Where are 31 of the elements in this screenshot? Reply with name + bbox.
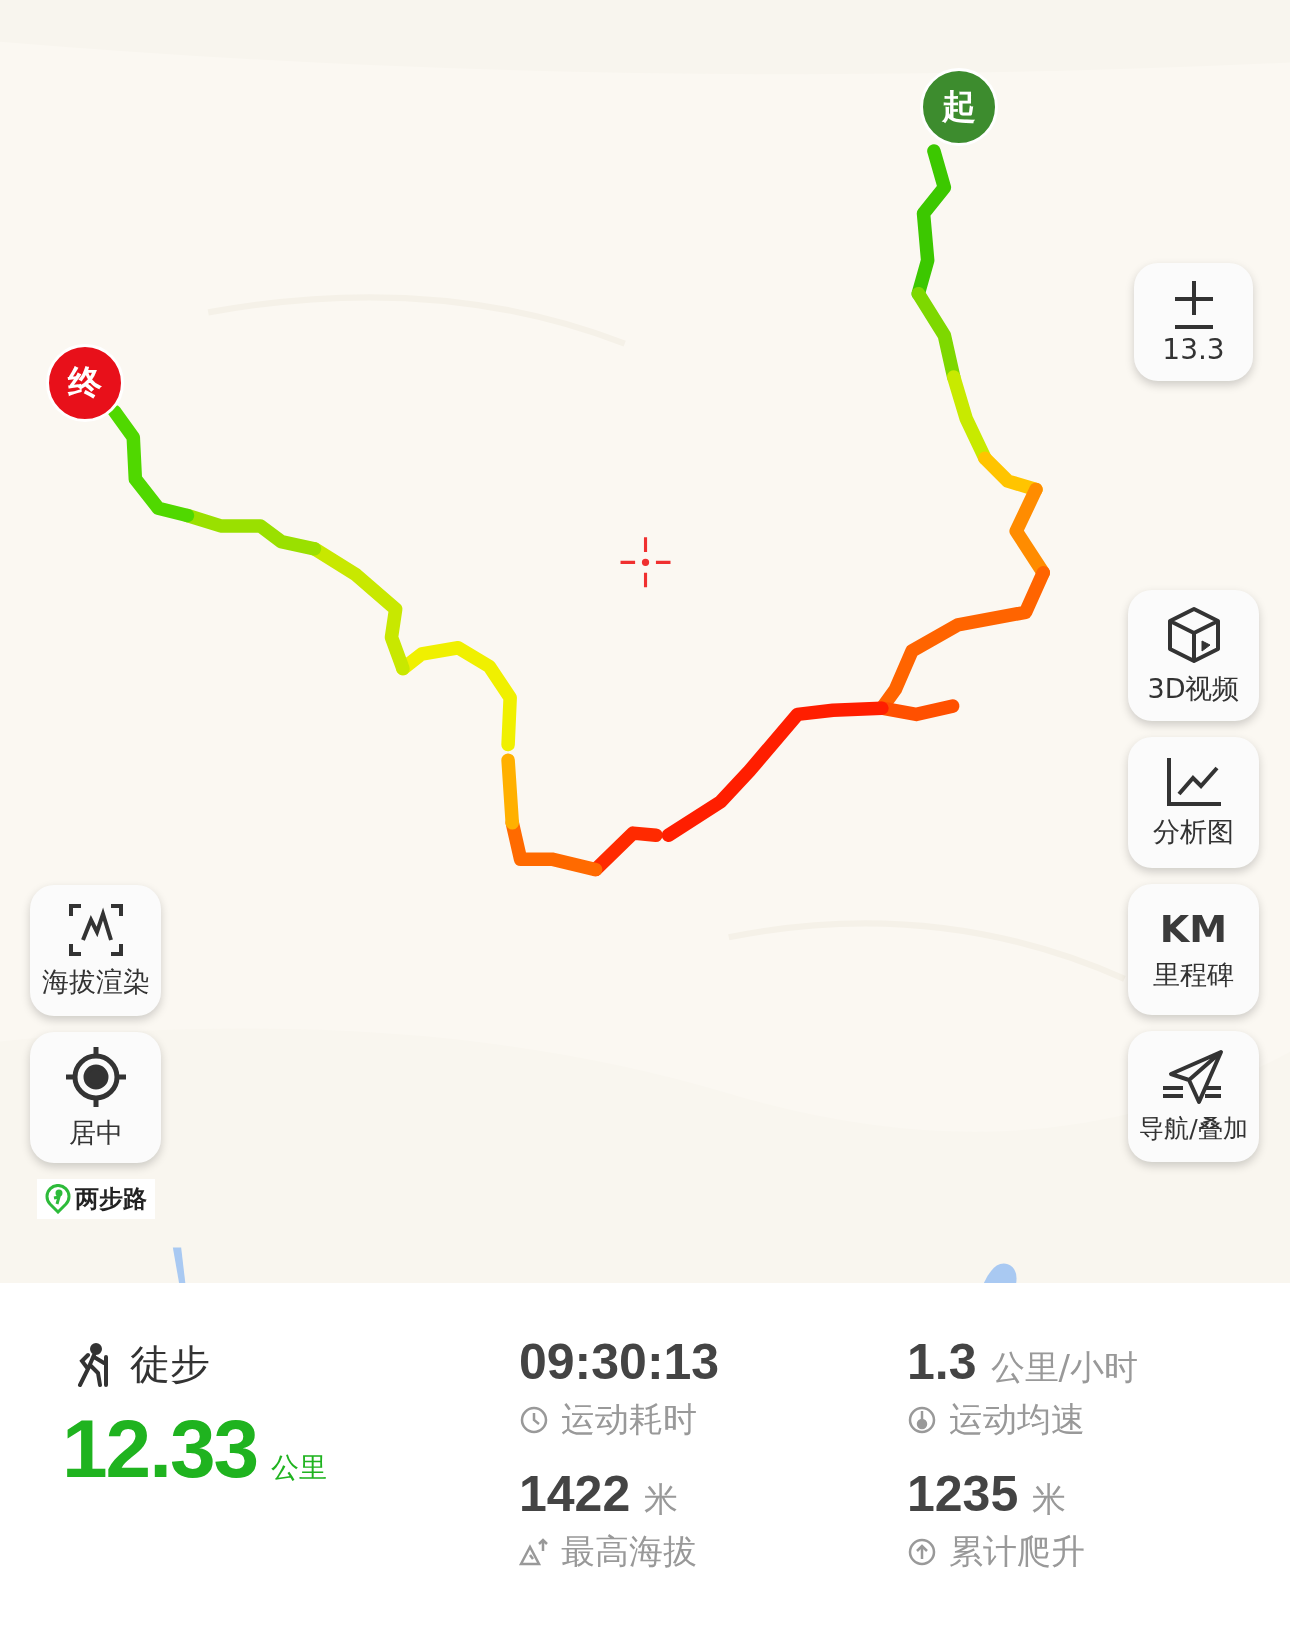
distance-value: 12.33 [62, 1402, 258, 1496]
stat-value: 1235 [907, 1465, 1019, 1523]
navigation-overlay-button[interactable]: 导航/叠加 [1128, 1031, 1259, 1162]
center-button[interactable]: 居中 [30, 1032, 161, 1163]
stat-value: 1.3 [907, 1333, 977, 1391]
mountain-icon [519, 1537, 549, 1567]
analysis-chart-button[interactable]: 分析图 [1128, 737, 1259, 868]
stat-label: 运动均速 [949, 1398, 1085, 1441]
runner-pin-icon [44, 1184, 71, 1214]
activity-type: 徒步 [130, 1340, 210, 1389]
locate-icon [63, 1044, 128, 1109]
stat-value: 1422 [519, 1465, 631, 1523]
stat-unit: 公里/小时 [990, 1346, 1138, 1389]
mountain-frame-icon [66, 901, 125, 958]
3d-video-button[interactable]: 3D视频 [1128, 590, 1259, 721]
clock-icon [519, 1405, 549, 1435]
stat-label: 累计爬升 [949, 1530, 1085, 1573]
stat-label: 最高海拔 [561, 1530, 697, 1573]
zoom-button[interactable]: 13.3 [1134, 263, 1253, 381]
milestone-button[interactable]: KM 里程碑 [1128, 884, 1259, 1015]
line-chart-icon [1164, 755, 1223, 808]
elevation-render-button[interactable]: 海拔渲染 [30, 885, 161, 1016]
app-logo: 两步路 [36, 1179, 155, 1219]
stat-value: 09:30:13 [519, 1333, 720, 1391]
upload-circle-icon [907, 1537, 937, 1567]
stat-unit: 米 [644, 1478, 679, 1521]
crosshair-icon [618, 535, 673, 589]
stat-label: 运动耗时 [561, 1398, 697, 1441]
stat-unit: 米 [1032, 1478, 1067, 1521]
distance-unit: 公里 [271, 1450, 328, 1486]
speedometer-icon [907, 1405, 937, 1435]
